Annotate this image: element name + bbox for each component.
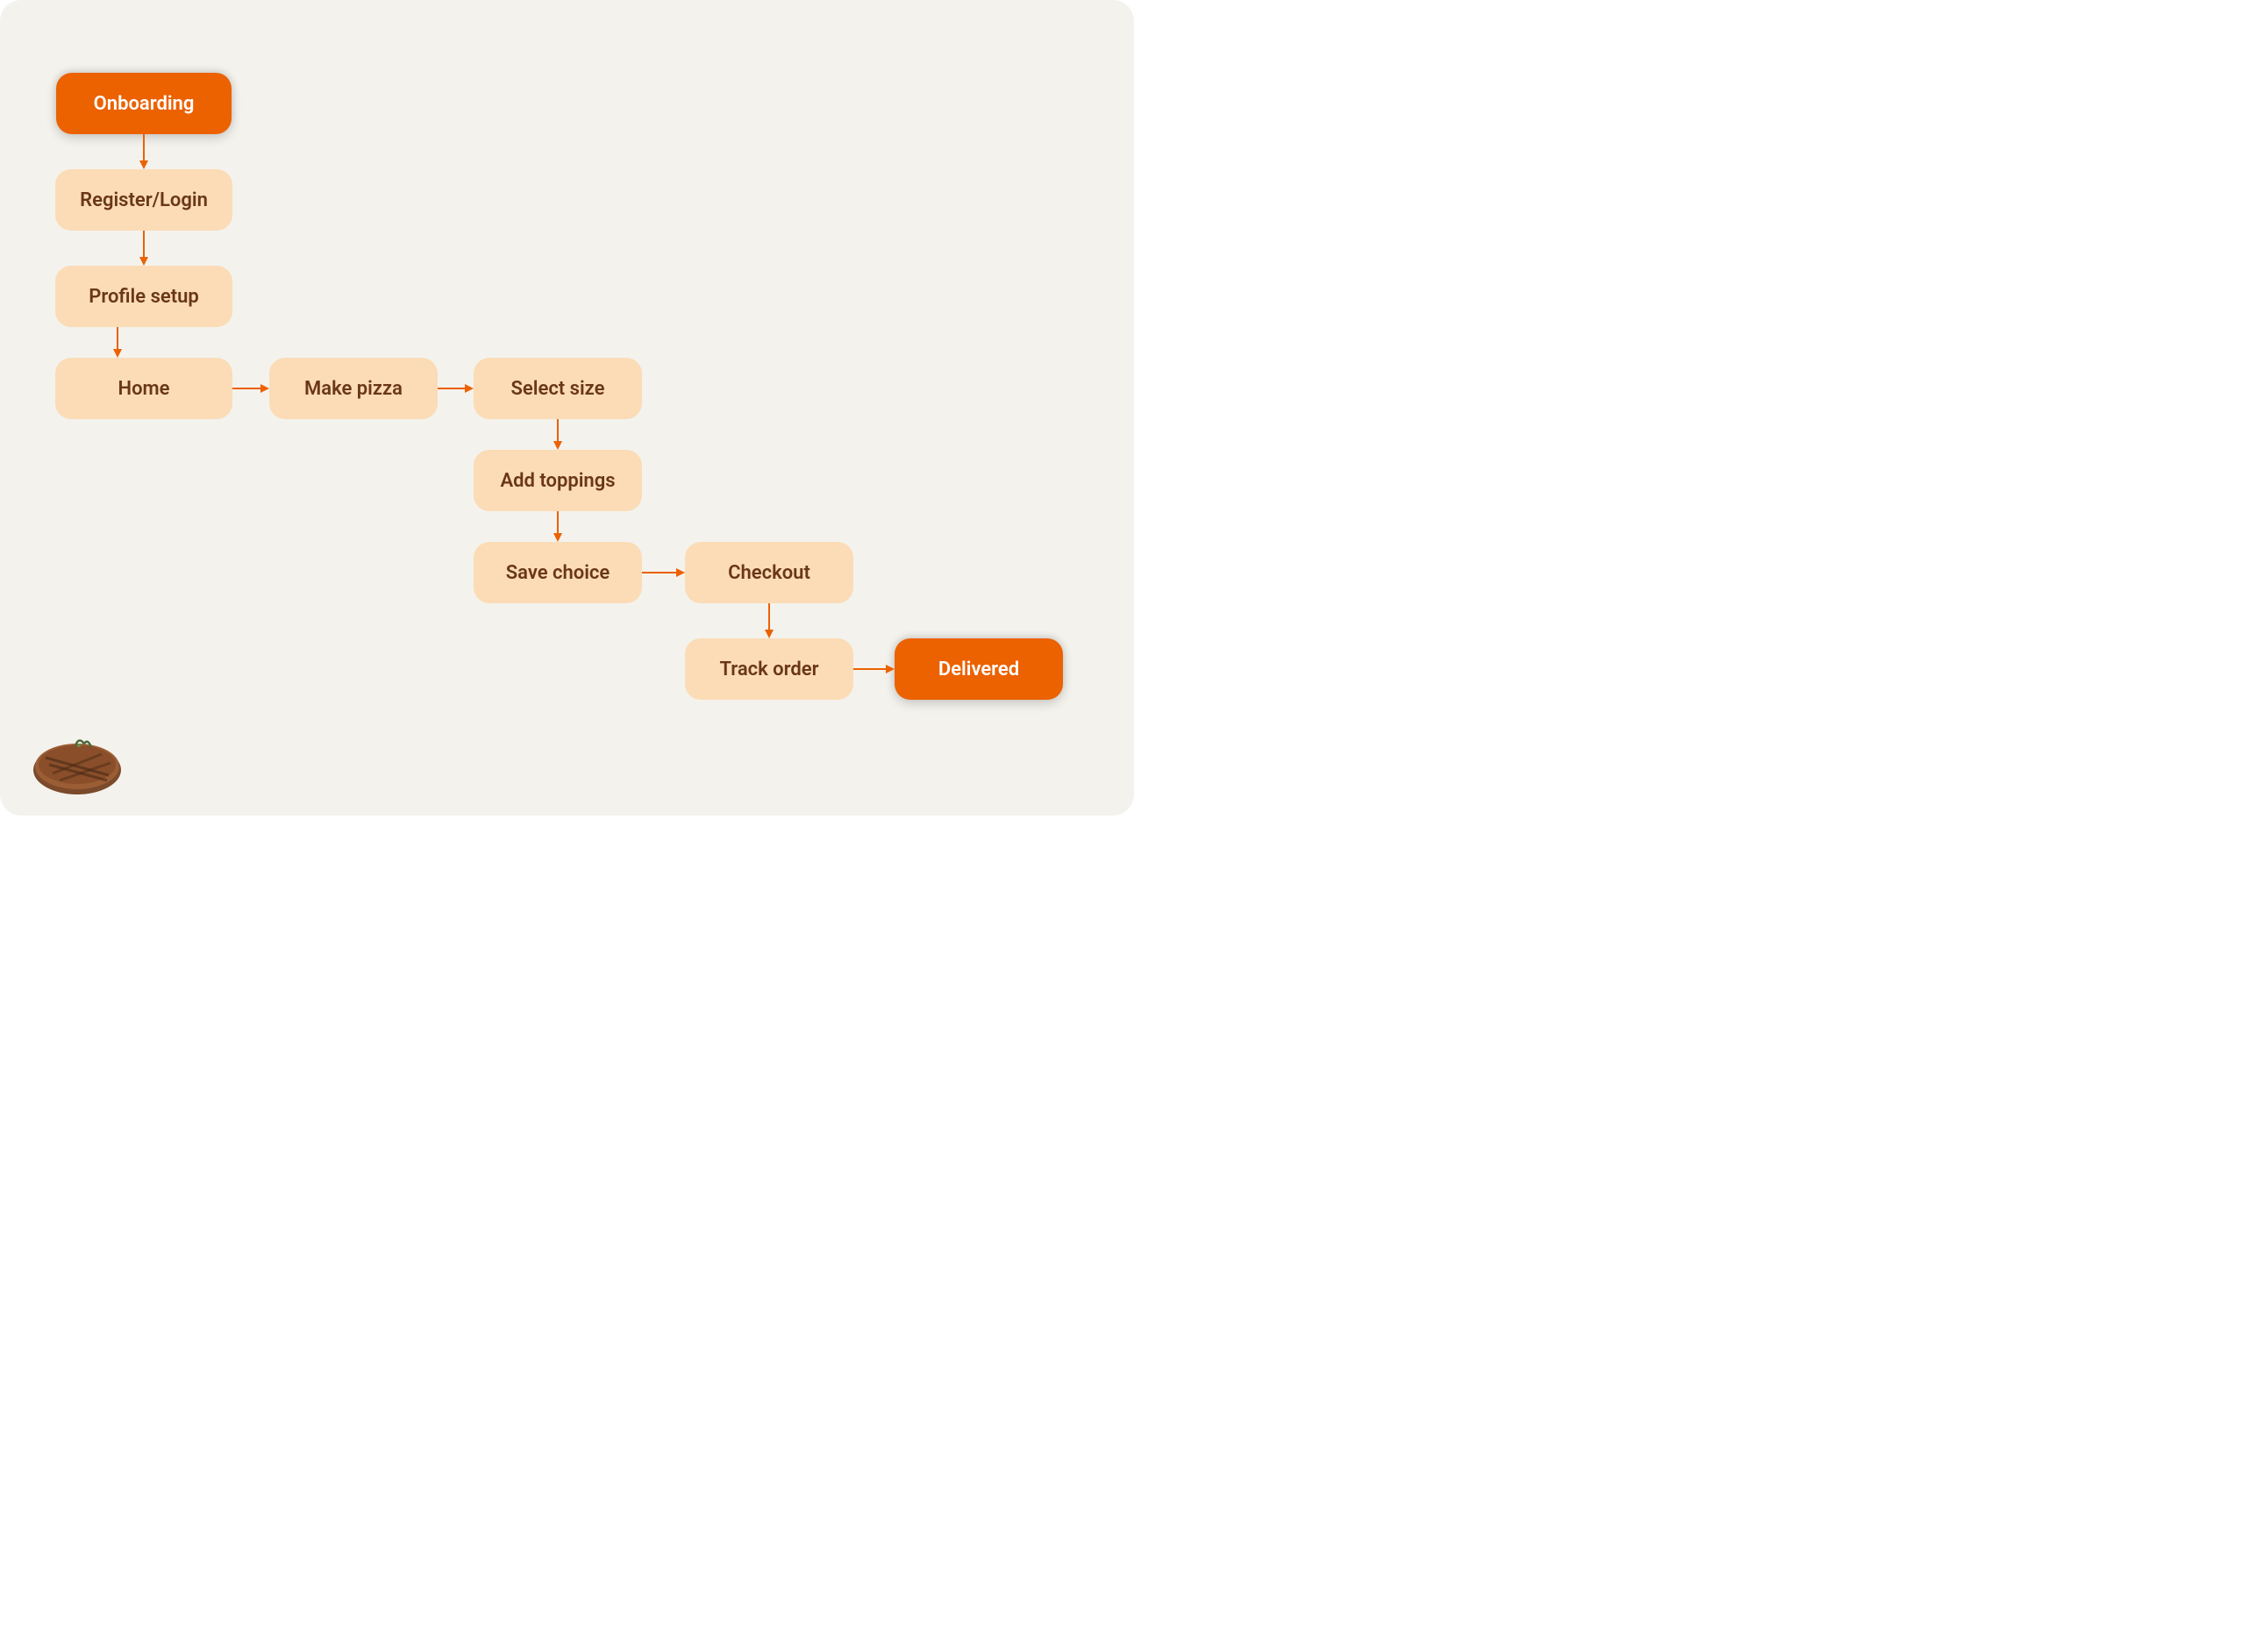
- node-label: Select size: [511, 378, 605, 400]
- arrow-profile-home: [112, 327, 123, 358]
- node-label: Checkout: [728, 562, 810, 584]
- arrow-onboarding-register: [139, 134, 149, 169]
- arrow-selectsize-addtoppings: [553, 419, 563, 450]
- arrow-checkout-trackorder: [764, 603, 774, 638]
- node-make-pizza[interactable]: Make pizza: [269, 358, 438, 419]
- node-label: Add toppings: [500, 470, 615, 492]
- node-add-toppings[interactable]: Add toppings: [474, 450, 642, 511]
- node-label: Register/Login: [80, 189, 208, 211]
- node-label: Profile setup: [89, 286, 199, 308]
- node-select-size[interactable]: Select size: [474, 358, 642, 419]
- node-delivered[interactable]: Delivered: [895, 638, 1063, 700]
- node-label: Onboarding: [94, 93, 195, 115]
- node-register-login[interactable]: Register/Login: [55, 169, 232, 231]
- steak-image: [26, 728, 132, 798]
- arrow-home-makepizza: [232, 383, 269, 394]
- node-save-choice[interactable]: Save choice: [474, 542, 642, 603]
- flowchart-canvas: Onboarding Register/Login Profile setup …: [0, 0, 1134, 816]
- arrow-addtoppings-savechoice: [553, 511, 563, 542]
- node-label: Save choice: [506, 562, 610, 584]
- arrow-savechoice-checkout: [642, 567, 685, 578]
- node-profile-setup[interactable]: Profile setup: [55, 266, 232, 327]
- node-label: Track order: [720, 659, 819, 680]
- arrow-trackorder-delivered: [853, 664, 895, 674]
- node-home[interactable]: Home: [55, 358, 232, 419]
- arrow-register-profile: [139, 231, 149, 266]
- arrow-makepizza-selectsize: [438, 383, 474, 394]
- node-checkout[interactable]: Checkout: [685, 542, 853, 603]
- node-track-order[interactable]: Track order: [685, 638, 853, 700]
- node-label: Make pizza: [304, 378, 403, 400]
- node-label: Home: [118, 378, 170, 400]
- node-label: Delivered: [938, 659, 1019, 680]
- node-onboarding[interactable]: Onboarding: [56, 73, 232, 134]
